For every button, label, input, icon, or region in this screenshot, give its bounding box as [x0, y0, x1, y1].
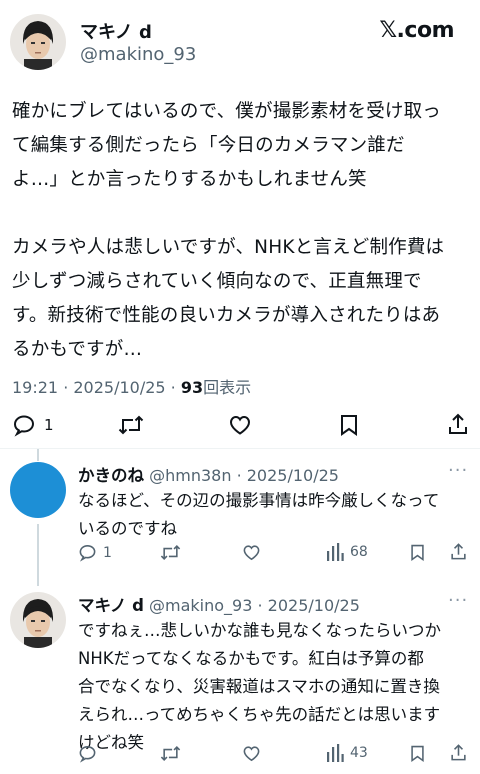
post-line: るかもですが…	[12, 339, 143, 360]
bookmark-icon	[411, 745, 424, 762]
retweet-icon	[160, 545, 181, 560]
reply2-like-button[interactable]	[242, 744, 261, 763]
post-body: 確かにブレてはいるので、僕が撮影素材を受け取っ て編集する側だったら「今日のカメ…	[12, 95, 474, 367]
reply2-body: ですねぇ…悲しいかな誰も見なくなったらいつか NHKだってなくなるかもです。紅白…	[78, 617, 470, 757]
reply2-view-count: 43	[350, 745, 368, 761]
reply-line: NHKだってなくなるかもです。紅白は予算の都	[78, 649, 424, 668]
reply1-body: なるほど、その辺の撮影事情は昨今厳しくなって いるのですね	[78, 487, 468, 543]
thread-line-top	[37, 449, 39, 461]
share-icon	[451, 543, 466, 560]
share-icon	[451, 744, 466, 761]
reply-line: なるほど、その辺の撮影事情は昨今厳しくなって	[78, 491, 440, 510]
reply2-bookmark-button[interactable]	[409, 744, 426, 763]
view-label: 回表示	[203, 378, 252, 397]
bookmark-button[interactable]	[338, 413, 360, 437]
reply1-header: かきのね @hmn38n · 2025/10/25	[78, 462, 339, 486]
reply-icon	[13, 415, 35, 437]
author-avatar[interactable]	[10, 14, 66, 70]
reply1-reply-button[interactable]: 1	[78, 543, 112, 562]
retweet-icon	[160, 746, 181, 761]
reply-icon	[79, 544, 96, 562]
post-line: よ…」とか言ったりするかもしれません笑	[12, 169, 367, 190]
reply2-more-icon[interactable]: ···	[448, 590, 468, 611]
reply-line: 合でなくなり、災害報道はスマホの通知に置き換	[78, 677, 440, 696]
bookmark-icon	[411, 544, 424, 561]
reply-button[interactable]: 1	[12, 413, 54, 437]
thread-line-connector	[37, 524, 39, 586]
reply-line: えられ…ってめちゃくちゃ先の話だとは思います	[78, 705, 441, 724]
x-logo-brand: 𝕏.com	[379, 18, 454, 43]
post-line: て編集する側だったら「今日のカメラマン誰だ	[12, 135, 405, 156]
reply2-author-handle[interactable]: @makino_93	[149, 596, 252, 615]
like-icon	[243, 545, 260, 561]
share-button[interactable]	[446, 412, 470, 436]
retweet-button[interactable]	[118, 413, 144, 437]
reply-line: ですねぇ…悲しいかな誰も見なくなったらいつか	[78, 621, 441, 640]
post-divider	[0, 448, 480, 449]
post-line: 確かにブレてはいるので、僕が撮影素材を受け取っ	[12, 101, 441, 122]
author-name[interactable]: マキノ d	[80, 18, 152, 44]
share-icon	[449, 413, 467, 434]
post-metadata: 19:21 · 2025/10/25 · 93回表示	[12, 374, 251, 398]
reply1-avatar[interactable]	[10, 462, 66, 518]
reply1-reply-count: 1	[103, 544, 112, 561]
reply2-date[interactable]: · 2025/10/25	[257, 596, 359, 615]
post-timestamp[interactable]: 19:21 · 2025/10/25 ·	[12, 378, 181, 397]
like-button[interactable]	[228, 413, 252, 437]
reply1-author-handle[interactable]: @hmn38n	[149, 466, 231, 485]
reply2-avatar[interactable]	[10, 592, 66, 648]
post-line	[12, 197, 474, 231]
reply2-views-button[interactable]: 43	[326, 744, 368, 762]
avatar-photo	[10, 592, 66, 648]
reply1-like-button[interactable]	[242, 543, 261, 562]
post-line: 少しずつ減らされていく傾向なので、正直無理で	[12, 271, 422, 292]
reply1-more-icon[interactable]: ···	[448, 460, 468, 481]
reply1-bookmark-button[interactable]	[409, 543, 426, 562]
reply1-author-name[interactable]: かきのね	[78, 466, 144, 485]
reply1-date[interactable]: · 2025/10/25	[237, 466, 339, 485]
reply1-views-button[interactable]: 68	[326, 543, 368, 561]
bookmark-icon	[341, 415, 357, 436]
reply-icon	[79, 745, 96, 763]
author-handle[interactable]: @makino_93	[80, 44, 196, 65]
reply1-view-count: 68	[350, 544, 368, 560]
like-icon	[229, 415, 251, 435]
post-line: カメラや人は悲しいですが、NHKと言えど制作費は	[12, 237, 445, 258]
reply2-author-name[interactable]: マキノ d	[78, 596, 144, 615]
views-icon	[327, 744, 344, 762]
reply2-reply-button[interactable]	[78, 744, 97, 763]
reply2-header: マキノ d @makino_93 · 2025/10/25	[78, 592, 360, 616]
retweet-icon	[118, 415, 144, 435]
views-icon	[327, 543, 344, 561]
reply1-retweet-button[interactable]	[160, 543, 181, 562]
post-line: す。新技術で性能の良いカメラが導入されたりはあ	[12, 305, 441, 326]
reply-line: いるのですね	[78, 519, 177, 538]
reply2-share-button[interactable]	[449, 743, 468, 762]
reply1-share-button[interactable]	[449, 542, 468, 561]
reply2-retweet-button[interactable]	[160, 744, 181, 763]
view-count: 93	[180, 378, 204, 397]
reply-count: 1	[44, 416, 54, 434]
avatar-photo	[10, 14, 66, 70]
like-icon	[243, 746, 260, 762]
